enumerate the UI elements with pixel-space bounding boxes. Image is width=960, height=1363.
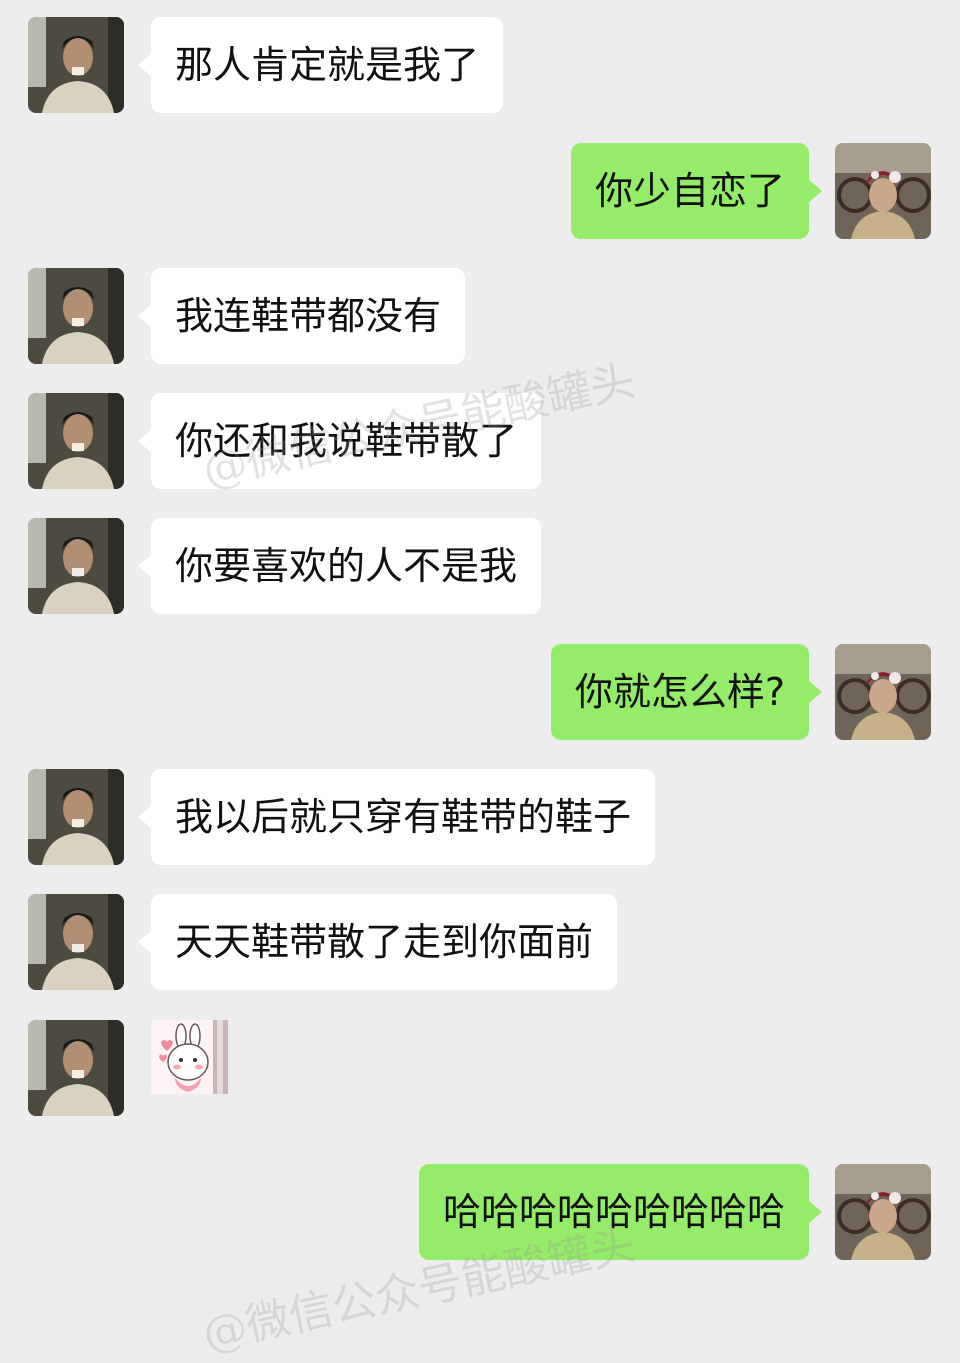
avatar-self[interactable] [835, 1164, 931, 1260]
man-avatar-icon [28, 769, 124, 865]
avatar-self[interactable] [835, 644, 931, 740]
man-avatar-icon [28, 17, 124, 113]
message-bubble[interactable]: 天天鞋带散了走到你面前 [137, 894, 618, 990]
bunny-sticker-icon [151, 1020, 228, 1094]
message-row: 天天鞋带散了走到你面前 [0, 894, 960, 994]
avatar-other[interactable] [28, 393, 124, 489]
avatar-other[interactable] [28, 518, 124, 614]
message-row: 哈哈哈哈哈哈哈哈哈 [0, 1164, 960, 1264]
message-row: 我以后就只穿有鞋带的鞋子 [0, 769, 960, 869]
message-row: 你还和我说鞋带散了 [0, 393, 960, 493]
message-row: 你少自恋了 [0, 143, 960, 243]
man-avatar-icon [28, 1020, 124, 1116]
woman-avatar-icon [835, 1164, 931, 1260]
chat-view: 那人肯定就是我了 你少自恋了 我连鞋带都没有 你还和我说鞋带散了 你要喜欢的人不… [0, 0, 960, 1361]
man-avatar-icon [28, 268, 124, 364]
avatar-other[interactable] [28, 769, 124, 865]
message-bubble[interactable]: 那人肯定就是我了 [137, 17, 504, 113]
message-bubble[interactable]: 哈哈哈哈哈哈哈哈哈 [418, 1164, 823, 1260]
message-row: 你要喜欢的人不是我 [0, 518, 960, 618]
message-bubble[interactable]: 我连鞋带都没有 [137, 268, 466, 364]
message-row: 你就怎么样? [0, 644, 960, 744]
avatar-other[interactable] [28, 894, 124, 990]
man-avatar-icon [28, 894, 124, 990]
message-bubble[interactable]: 你就怎么样? [550, 644, 823, 740]
avatar-other[interactable] [28, 1020, 124, 1116]
message-bubble[interactable]: 你少自恋了 [570, 143, 823, 239]
avatar-other[interactable] [28, 268, 124, 364]
message-bubble[interactable]: 你要喜欢的人不是我 [137, 518, 542, 614]
woman-avatar-icon [835, 143, 931, 239]
bunny-sticker[interactable] [151, 1020, 228, 1094]
man-avatar-icon [28, 518, 124, 614]
message-row: 我连鞋带都没有 [0, 268, 960, 368]
woman-avatar-icon [835, 644, 931, 740]
message-row [0, 1020, 960, 1120]
avatar-other[interactable] [28, 17, 124, 113]
avatar-self[interactable] [835, 143, 931, 239]
man-avatar-icon [28, 393, 124, 489]
message-bubble[interactable]: 你还和我说鞋带散了 [137, 393, 542, 489]
message-bubble[interactable]: 我以后就只穿有鞋带的鞋子 [137, 769, 656, 865]
message-row: 那人肯定就是我了 [0, 17, 960, 117]
